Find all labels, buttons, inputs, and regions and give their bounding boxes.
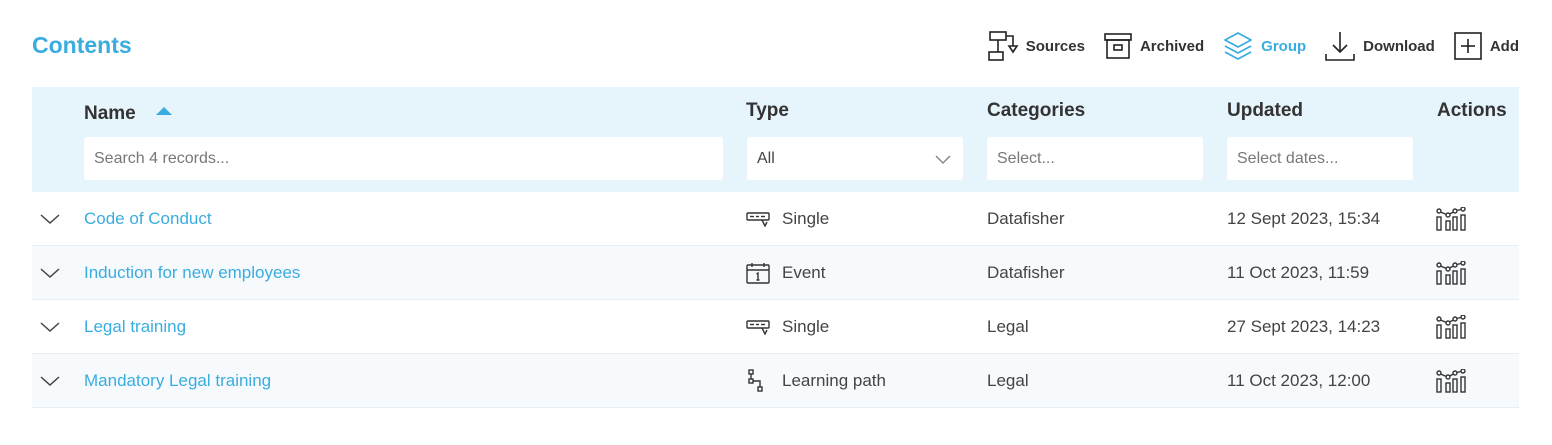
category-cell: Legal [987, 316, 1029, 336]
updated-date-filter[interactable]: Select dates... [1227, 137, 1413, 180]
type-cell: Event [746, 246, 825, 299]
content-name-link[interactable]: Legal training [84, 300, 186, 353]
type-label: Learning path [782, 370, 886, 390]
sources-label: Sources [1025, 37, 1085, 55]
toolbar: Sources Archived Group Download Add [987, 30, 1519, 62]
group-button[interactable]: Group [1222, 30, 1306, 62]
updated-cell: 11 Oct 2023, 11:59 [1227, 262, 1370, 282]
page-title: Contents [32, 32, 132, 58]
archive-icon [1103, 31, 1133, 61]
statistics-icon[interactable] [1436, 354, 1466, 407]
name-search-input[interactable]: Search 4 records... [84, 137, 723, 180]
layers-icon [1222, 30, 1254, 62]
expand-row-chevron-icon[interactable] [40, 354, 64, 407]
table-row: Legal training Single Legal 27 Sept 2023… [32, 300, 1519, 354]
category-cell: Datafisher [987, 208, 1065, 228]
expand-row-chevron-icon[interactable] [40, 192, 64, 245]
table-header: Name Type Categories Updated Actions Sea… [32, 87, 1519, 192]
content-name-link[interactable]: Induction for new employees [84, 246, 300, 299]
expand-row-chevron-icon[interactable] [40, 246, 64, 299]
table-row: Mandatory Legal training Learning path L… [32, 354, 1519, 408]
archived-button[interactable]: Archived [1103, 31, 1204, 61]
plus-box-icon [1453, 31, 1483, 61]
type-column-header[interactable]: Type [746, 100, 789, 122]
type-filter-value: All [757, 149, 775, 167]
chevron-down-icon [935, 152, 951, 170]
type-filter-select[interactable]: All [747, 137, 963, 180]
learning-path-icon [746, 368, 772, 393]
type-label: Single [782, 208, 830, 228]
add-label: Add [1489, 37, 1519, 55]
category-cell: Datafisher [987, 262, 1065, 282]
statistics-icon[interactable] [1436, 300, 1466, 353]
sources-icon [987, 30, 1019, 62]
calendar-event-icon [746, 262, 772, 284]
actions-column-header: Actions [1437, 100, 1507, 121]
sources-button[interactable]: Sources [987, 30, 1085, 62]
updated-cell: 12 Sept 2023, 15:34 [1227, 208, 1381, 228]
single-content-icon [746, 211, 772, 227]
add-button[interactable]: Add [1453, 31, 1519, 61]
categories-column-header[interactable]: Categories [987, 100, 1085, 122]
type-cell: Single [746, 192, 829, 245]
name-column-header[interactable]: Name [84, 100, 173, 125]
table-row: Induction for new employees Event Datafi… [32, 246, 1519, 300]
statistics-icon[interactable] [1436, 192, 1466, 245]
category-cell: Legal [987, 370, 1029, 390]
archived-label: Archived [1139, 37, 1205, 55]
download-button[interactable]: Download [1324, 30, 1435, 62]
group-label: Group [1261, 37, 1307, 55]
statistics-icon[interactable] [1436, 246, 1466, 299]
type-cell: Learning path [746, 354, 886, 407]
content-name-link[interactable]: Mandatory Legal training [84, 354, 271, 407]
type-label: Event [782, 262, 826, 282]
type-label: Single [782, 316, 830, 336]
contents-table: Name Type Categories Updated Actions Sea… [32, 87, 1519, 408]
table-row: Code of Conduct Single Datafisher 12 Sep… [32, 192, 1519, 246]
content-name-link[interactable]: Code of Conduct [84, 192, 212, 245]
type-cell: Single [746, 300, 829, 353]
updated-column-header[interactable]: Updated [1227, 100, 1303, 122]
download-icon [1324, 30, 1356, 62]
expand-row-chevron-icon[interactable] [40, 300, 64, 353]
single-content-icon [746, 319, 772, 335]
updated-cell: 27 Sept 2023, 14:23 [1227, 316, 1381, 336]
categories-filter-select[interactable]: Select... [987, 137, 1203, 180]
name-column-label: Name [84, 103, 136, 124]
sort-asc-icon[interactable] [155, 100, 173, 122]
updated-cell: 11 Oct 2023, 12:00 [1227, 370, 1371, 390]
download-label: Download [1363, 37, 1435, 55]
